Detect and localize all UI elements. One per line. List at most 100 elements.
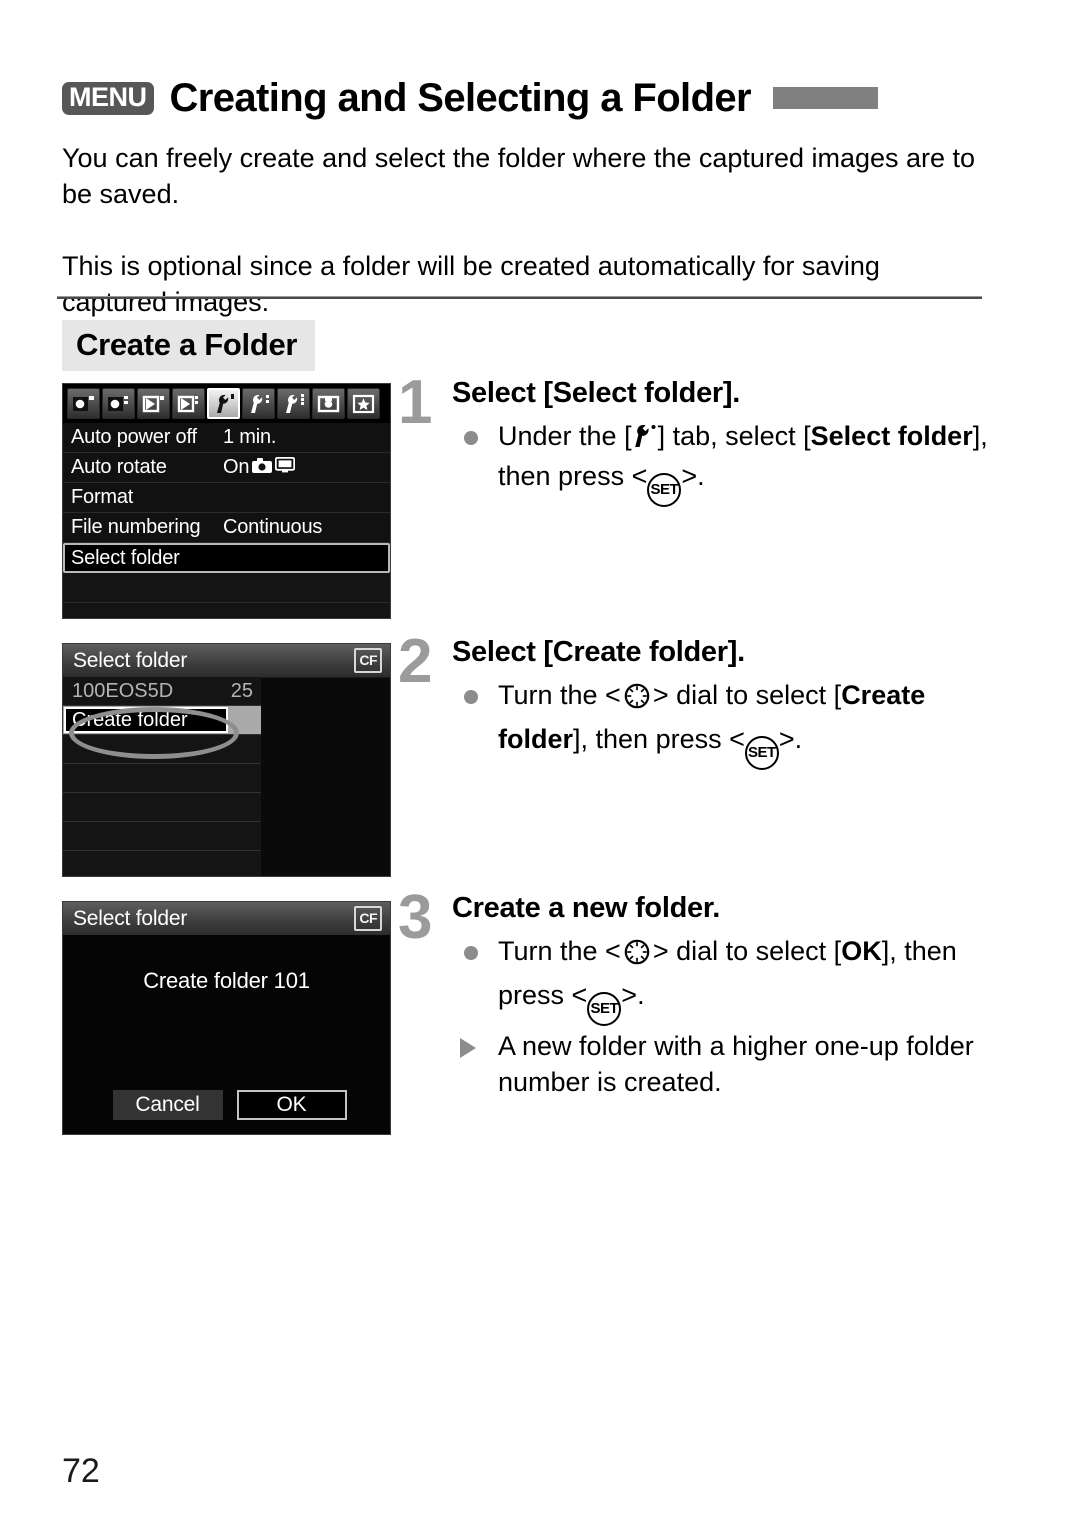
screen-title-bar: Select folder CF — [63, 902, 390, 936]
monitor-icon — [275, 456, 296, 479]
confirm-dialog-body: Create folder 101 Cancel OK — [63, 935, 390, 1134]
step-result: A new folder with a higher one-up folder… — [452, 1028, 988, 1100]
cancel-button[interactable]: Cancel — [112, 1090, 223, 1120]
screen-title: Select folder — [73, 648, 188, 672]
folder-image-count: 25 — [230, 679, 253, 702]
folder-list-item-empty — [63, 851, 261, 876]
intro-paragraph-1: You can freely create and select the fol… — [62, 143, 976, 209]
folder-list-panel: 100EOS5D 25 Create folder — [63, 677, 261, 876]
step-text-part: >. — [681, 460, 705, 491]
confirm-message: Create folder 101 — [143, 968, 310, 993]
folder-list-item-create-folder[interactable]: Create folder — [63, 706, 261, 735]
menu-row-label: Auto rotate — [71, 456, 167, 478]
tab-setup-2 — [242, 388, 275, 419]
step-2: 2 Select [Create folder]. Turn the < > di… — [398, 627, 988, 770]
menu-row-label: Select folder — [71, 546, 180, 569]
menu-row-label: Format — [71, 486, 134, 508]
step-title: Create a new folder. — [452, 892, 720, 924]
step-bullet: Turn the < > dial to select [OK], then pr… — [452, 933, 988, 1026]
menu-badge: MENU — [62, 81, 154, 115]
confirm-button-row: Cancel OK — [105, 1090, 354, 1120]
tab-shooting-2 — [102, 388, 135, 419]
set-button-icon: SET — [744, 735, 779, 770]
camera-settings-menu-screenshot: Auto power off 1 min. Auto rotate On For… — [62, 383, 391, 619]
menu-row-list: Auto power off 1 min. Auto rotate On For… — [63, 423, 390, 618]
tab-custom-functions — [312, 388, 345, 419]
cf-card-icon: CF — [354, 648, 382, 673]
bullet-dot-icon — [464, 430, 478, 445]
menu-row-format[interactable]: Format — [63, 483, 390, 513]
screen-title: Select folder — [73, 906, 188, 930]
menu-row-empty — [63, 573, 390, 603]
tab-shooting-1 — [67, 388, 100, 419]
tab-my-menu — [347, 388, 380, 419]
step-number: 1 — [398, 368, 433, 437]
cf-card-icon: CF — [354, 906, 382, 931]
step-text-part: Turn the < — [498, 679, 621, 710]
step-text-part: > dial to select [ — [652, 679, 842, 710]
step-result-text: A new folder with a higher one-up folder… — [498, 1030, 974, 1097]
title-accent-bar — [773, 87, 879, 109]
bullet-dot-icon — [464, 945, 478, 960]
tab-playback-1 — [137, 388, 170, 419]
folder-list-item-empty — [63, 793, 261, 822]
tab-setup-3 — [277, 388, 310, 419]
tab-playback-2 — [172, 388, 205, 419]
select-folder-list-screenshot: Select folder CF 100EOS5D 25 Create fold… — [62, 643, 391, 877]
triangle-marker-icon — [460, 1037, 476, 1058]
tab-setup-1-active — [207, 388, 240, 419]
quick-control-dial-icon — [621, 680, 653, 721]
page-header: MENU Creating and Selecting a Folder — [62, 72, 1002, 124]
step-text-part: > dial to select [ — [652, 935, 842, 966]
step-text-emphasis: Select folder — [810, 420, 973, 451]
step-text-part: >. — [778, 723, 803, 754]
folder-list-item-empty — [63, 764, 261, 793]
step-text-part: Under the [ — [498, 420, 632, 451]
bullet-dot-icon — [464, 689, 478, 704]
section-heading: Create a Folder — [62, 320, 316, 372]
menu-row-file-numbering[interactable]: File numbering Continuous — [63, 513, 390, 543]
quick-control-dial-icon — [621, 936, 653, 977]
camera-icon — [252, 456, 273, 479]
folder-list-item-empty — [63, 735, 261, 764]
menu-row-value: 1 min. — [223, 426, 277, 448]
menu-row-value-text: On — [223, 456, 250, 478]
folder-name: 100EOS5D — [72, 679, 174, 702]
step-3: 3 Create a new folder. Turn the < > dial … — [398, 883, 988, 1100]
menu-row-label: Auto power off — [71, 426, 197, 448]
step-bullet: Turn the < > dial to select [Create folde… — [452, 677, 988, 770]
step-1: 1 Select [Select folder]. Under the [ ] t… — [398, 368, 988, 507]
screen-title-bar: Select folder CF — [63, 644, 390, 678]
step-title: Select [Create folder]. — [452, 636, 745, 668]
folder-name: Create folder — [64, 707, 228, 733]
set-button-icon: SET — [647, 472, 682, 507]
step-text-part: ], then press < — [573, 723, 745, 754]
step-number: 2 — [398, 627, 433, 696]
step-text-part: ] tab, select [ — [657, 420, 811, 451]
menu-row-empty — [63, 603, 390, 618]
set-button-icon: SET — [587, 991, 622, 1026]
menu-row-label: File numbering — [71, 516, 201, 538]
menu-row-select-folder-selected[interactable]: Select folder — [63, 543, 390, 573]
step-text-part: Turn the < — [498, 935, 621, 966]
folder-list-item-empty — [63, 822, 261, 851]
create-folder-confirm-screenshot: Select folder CF Create folder 101 Cance… — [62, 901, 391, 1135]
menu-row-auto-power-off[interactable]: Auto power off 1 min. — [63, 423, 390, 453]
step-text-emphasis: OK — [841, 935, 882, 966]
menu-row-value: Continuous — [223, 516, 323, 538]
step-text-part: >. — [621, 979, 645, 1010]
folder-list-item-100eos5d[interactable]: 100EOS5D 25 — [63, 677, 261, 706]
ok-button[interactable]: OK — [236, 1090, 347, 1120]
step-title: Select [Select folder]. — [452, 377, 741, 409]
section-divider — [57, 296, 982, 299]
menu-row-auto-rotate[interactable]: Auto rotate On — [63, 453, 390, 483]
menu-row-value: On — [223, 456, 296, 479]
page-number: 72 — [62, 1452, 100, 1490]
menu-tab-bar — [63, 384, 390, 423]
step-bullet: Under the [] tab, select [Select folder]… — [452, 418, 988, 507]
step-number: 3 — [398, 883, 433, 952]
wrench-setup-tab-icon — [632, 422, 658, 458]
page-title: Creating and Selecting a Folder — [169, 75, 752, 120]
intro-paragraph-2: This is optional since a folder will be … — [62, 251, 880, 317]
intro-text: You can freely create and select the fol… — [62, 140, 982, 320]
